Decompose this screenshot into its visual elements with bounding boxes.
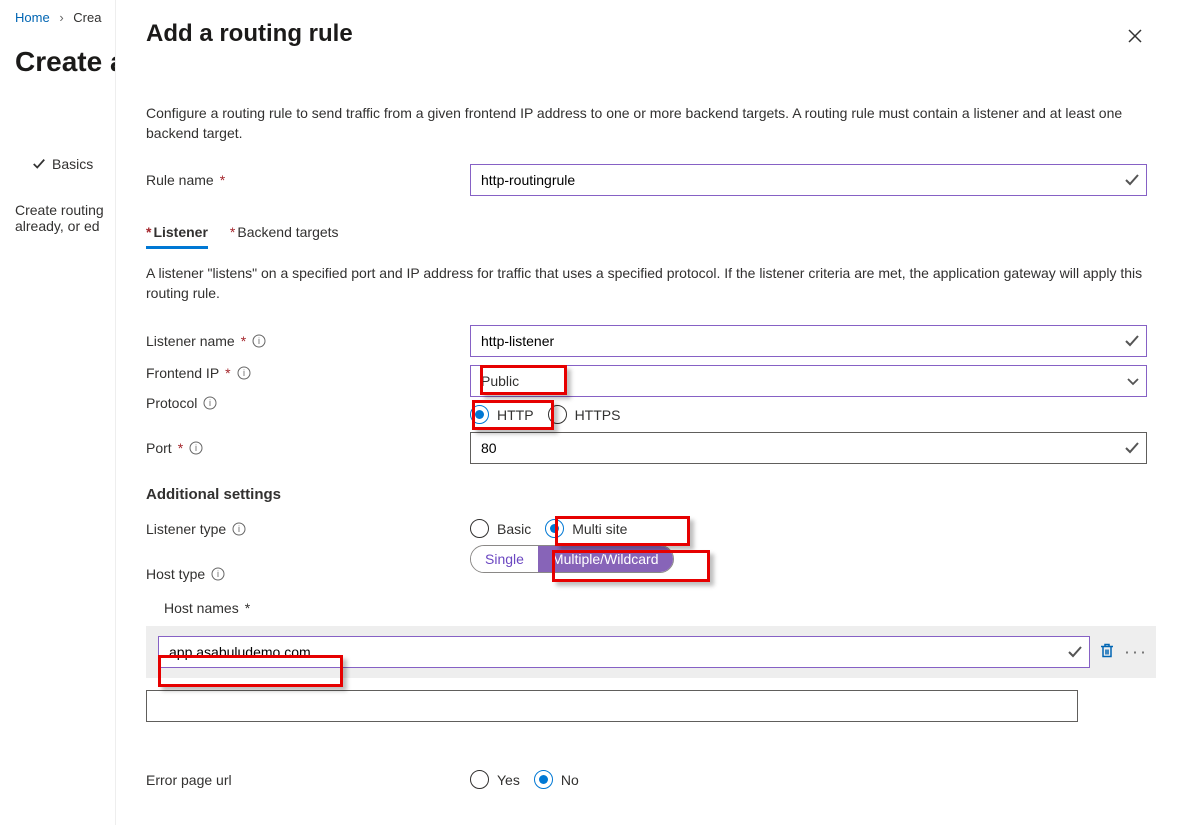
svg-text:i: i — [243, 368, 245, 378]
listener-name-input[interactable] — [470, 325, 1147, 357]
host-names-label: Host names — [164, 600, 239, 616]
background-text: Create routing already, or ed — [15, 202, 115, 234]
listener-type-label: Listener type — [146, 521, 226, 537]
protocol-http-label: HTTP — [497, 407, 534, 423]
panel-title: Add a routing rule — [146, 20, 1147, 48]
host-name-input-1[interactable] — [158, 636, 1090, 668]
delete-host-button[interactable] — [1098, 642, 1116, 663]
info-icon[interactable]: i — [237, 366, 251, 380]
svg-text:i: i — [209, 398, 211, 408]
checkmark-icon — [1123, 439, 1141, 457]
frontend-ip-label: Frontend IP — [146, 365, 219, 381]
checkmark-icon — [32, 157, 46, 171]
required-star: * — [220, 172, 225, 188]
protocol-https-radio[interactable]: HTTPS — [548, 405, 621, 424]
svg-text:i: i — [195, 443, 197, 453]
error-page-url-label: Error page url — [146, 772, 232, 788]
more-options-button[interactable]: ··· — [1124, 642, 1148, 663]
panel-description: Configure a routing rule to send traffic… — [146, 103, 1147, 144]
error-page-yes-radio[interactable]: Yes — [470, 770, 520, 789]
frontend-ip-value: Public — [481, 373, 519, 389]
host-type-single[interactable]: Single — [471, 546, 538, 572]
info-icon[interactable]: i — [232, 522, 246, 536]
protocol-http-radio[interactable]: HTTP — [470, 405, 534, 424]
step-basics-label: Basics — [52, 156, 93, 172]
error-page-no-radio[interactable]: No — [534, 770, 579, 789]
error-page-no-label: No — [561, 772, 579, 788]
svg-text:i: i — [258, 336, 260, 346]
breadcrumb-create: Crea — [73, 10, 101, 25]
listener-tab-description: A listener "listens" on a specified port… — [146, 263, 1147, 304]
checkmark-icon — [1066, 643, 1084, 661]
close-button[interactable] — [1121, 22, 1149, 50]
port-input[interactable] — [470, 432, 1147, 464]
host-type-label: Host type — [146, 566, 205, 582]
breadcrumb-separator: › — [59, 10, 63, 25]
frontend-ip-select[interactable]: Public — [470, 365, 1147, 397]
trash-icon — [1098, 642, 1116, 660]
listener-type-basic-radio[interactable]: Basic — [470, 519, 531, 538]
tab-listener[interactable]: *Listener — [146, 224, 208, 249]
protocol-https-label: HTTPS — [575, 407, 621, 423]
info-icon[interactable]: i — [203, 396, 217, 410]
error-page-yes-label: Yes — [497, 772, 520, 788]
breadcrumb-home[interactable]: Home — [15, 10, 50, 25]
listener-type-multi-radio[interactable]: Multi site — [545, 519, 627, 538]
breadcrumb: Home › Crea — [15, 10, 101, 25]
routing-rule-panel: Add a routing rule Configure a routing r… — [115, 0, 1177, 825]
page-title: Create a — [15, 46, 126, 78]
step-basics[interactable]: Basics — [32, 156, 93, 172]
tabs: *Listener *Backend targets — [146, 224, 1147, 249]
listener-type-basic-label: Basic — [497, 521, 531, 537]
host-type-multiple[interactable]: Multiple/Wildcard — [538, 546, 673, 572]
protocol-label: Protocol — [146, 395, 197, 411]
info-icon[interactable]: i — [211, 567, 225, 581]
host-type-pill-group: Single Multiple/Wildcard — [470, 545, 674, 573]
listener-type-multi-label: Multi site — [572, 521, 627, 537]
tab-backend-targets[interactable]: *Backend targets — [230, 224, 339, 249]
checkmark-icon — [1123, 171, 1141, 189]
checkmark-icon — [1123, 332, 1141, 350]
port-label: Port — [146, 440, 172, 456]
close-icon — [1127, 28, 1143, 44]
info-icon[interactable]: i — [252, 334, 266, 348]
host-name-input-2[interactable] — [146, 690, 1078, 722]
required-star: * — [245, 600, 250, 616]
listener-name-label: Listener name — [146, 333, 235, 349]
rule-name-label: Rule name — [146, 172, 214, 188]
info-icon[interactable]: i — [189, 441, 203, 455]
rule-name-input[interactable] — [470, 164, 1147, 196]
host-names-container: ··· — [146, 626, 1156, 678]
svg-text:i: i — [238, 524, 240, 534]
chevron-down-icon — [1126, 374, 1140, 388]
svg-text:i: i — [217, 569, 219, 579]
additional-settings-heading: Additional settings — [146, 486, 1147, 503]
